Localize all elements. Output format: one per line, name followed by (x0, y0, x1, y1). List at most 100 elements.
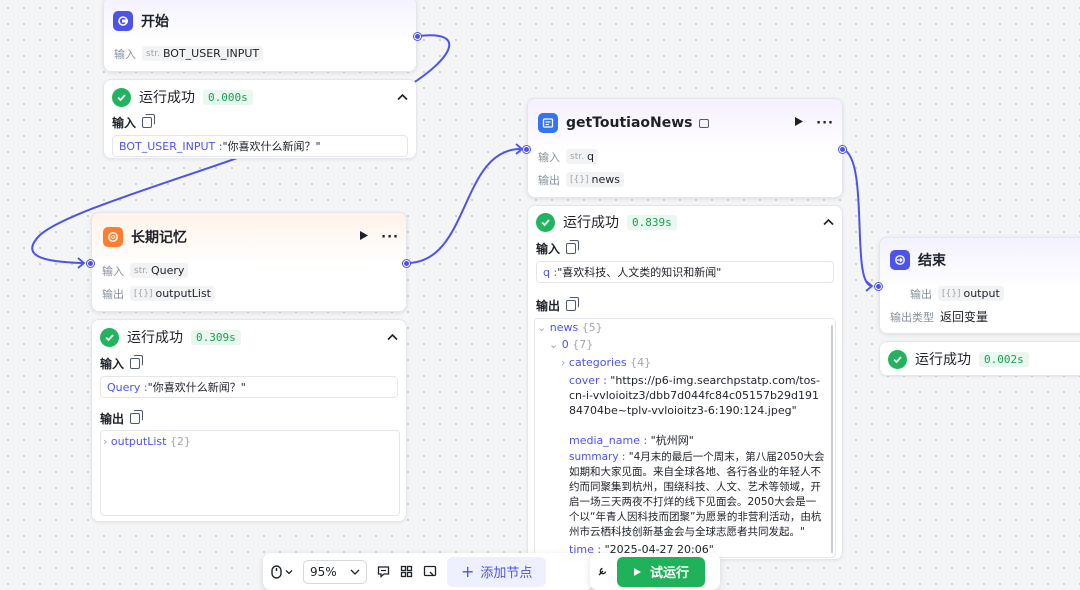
news-output-handle[interactable] (839, 146, 846, 153)
mouse-mode-button[interactable] (271, 564, 293, 579)
copy-icon[interactable] (142, 113, 156, 128)
success-check-icon (112, 87, 131, 107)
chevron-right-icon[interactable]: › (561, 356, 565, 369)
news-result-input-label: 输入 (528, 238, 842, 258)
play-icon[interactable] (794, 116, 804, 131)
tree-scrollbar[interactable] (831, 325, 833, 553)
memory-node[interactable]: 长期记忆 ··· 输入 str. Query 输出 [{}] outputLis… (87, 212, 410, 312)
start-icon (113, 11, 133, 31)
copy-icon[interactable] (130, 409, 144, 424)
more-icon[interactable]: ··· (381, 230, 399, 245)
kv-value: "你喜欢什么新闻？" (147, 381, 246, 394)
memory-input-type: str. (134, 265, 148, 276)
edge-memory-to-news (406, 148, 521, 264)
comment-button[interactable] (377, 565, 390, 578)
news-result-panel: 运行成功 0.839s 输入 q : "喜欢科技、人文类的知识和新闻" 输出 ⌄… (527, 205, 843, 560)
memory-result-input-label: 输入 (92, 353, 406, 373)
debug-button[interactable] (596, 565, 609, 578)
success-check-icon (100, 327, 119, 347)
memory-input-handle[interactable] (87, 260, 94, 267)
end-output-type: [{}] (942, 288, 961, 299)
start-result-input-value: BOT_USER_INPUT : "你喜欢什么新闻？" (112, 135, 408, 157)
end-input-handle[interactable] (875, 283, 882, 290)
memory-result-input-value: Query : "你喜欢什么新闻？" (100, 376, 398, 398)
tree-value: "https://p6-img.searchpstatp.com/tos-cn-… (569, 374, 821, 417)
news-input-tag: str. q (566, 149, 598, 164)
tree-count: {4} (630, 356, 652, 369)
test-run-button[interactable]: 试运行 (617, 556, 705, 587)
end-output-tag: [{}] output (938, 286, 1004, 301)
zoom-value: 95% (310, 564, 337, 579)
chevron-down-icon[interactable]: ⌄ (549, 338, 558, 351)
memory-output-name: outputList (155, 287, 211, 300)
tree-key: categories (568, 356, 627, 369)
news-node-title: getToutiaoNews (566, 115, 693, 131)
memory-output-handle[interactable] (403, 260, 410, 267)
kv-value: "你喜欢什么新闻？" (222, 140, 321, 153)
start-result-panel: 运行成功 0.000s 输入 BOT_USER_INPUT : "你喜欢什么新闻… (103, 79, 417, 159)
copy-icon[interactable] (566, 239, 580, 254)
news-output-type: [{}] (570, 174, 589, 185)
collapse-chevron-icon[interactable] (387, 331, 398, 344)
memory-output-type: [{}] (134, 288, 153, 299)
edge-start-to-memory-arrow (77, 257, 86, 269)
chevron-down-icon[interactable]: ⌄ (537, 321, 546, 334)
plus-icon: + (461, 561, 475, 581)
edge-news-to-end-arrow (865, 280, 874, 292)
chevron-down-icon (350, 569, 360, 575)
news-result-output-label: 输出 (528, 295, 842, 315)
copy-icon[interactable] (566, 296, 580, 311)
minimap-icon (423, 565, 437, 577)
mouse-icon (271, 564, 282, 579)
tree-count: {7} (572, 338, 594, 351)
start-output-handle[interactable] (414, 33, 421, 40)
edge-news-to-end (842, 148, 873, 287)
minimap-button[interactable] (423, 565, 437, 578)
end-output-kind-key: 输出类型 (890, 310, 934, 324)
news-input-handle[interactable] (523, 146, 530, 153)
collapse-chevron-icon[interactable] (397, 91, 408, 104)
copy-icon[interactable] (130, 354, 144, 369)
start-node[interactable]: 开始 输入 str. BOT_USER_INPUT (103, 0, 421, 72)
start-input-tag: str. BOT_USER_INPUT (142, 46, 264, 61)
end-node[interactable]: 结束 输出 [{}] output 输出类型 返回变量 (875, 237, 1080, 334)
tree-row-news[interactable]: ⌄ news {5} (537, 321, 603, 334)
tree-key: cover : (569, 374, 607, 387)
play-icon (633, 567, 641, 576)
play-icon[interactable] (359, 230, 369, 245)
end-icon (890, 250, 910, 270)
tree-count: {5} (581, 321, 603, 334)
tree-row-summary: summary : "4月末的最后一个周末，第八届2050大会如期和大家见面。来… (569, 450, 825, 540)
start-input-type: str. (146, 48, 160, 59)
news-result-input-value: q : "喜欢科技、人文类的知识和新闻" (536, 261, 834, 283)
tree-count: {2} (169, 435, 191, 448)
tree-key: news (549, 321, 579, 334)
news-result-output-tree[interactable]: ⌄ news {5} ⌄ 0 {7} › categories {4} cove… (534, 318, 836, 558)
tree-row-item0[interactable]: ⌄ 0 {7} (549, 338, 593, 351)
end-output-name: output (963, 287, 1000, 300)
news-output-key: 输出 (538, 173, 560, 187)
start-result-time: 0.000s (203, 89, 253, 105)
chevron-right-icon[interactable]: › (103, 435, 107, 448)
add-node-button[interactable]: + 添加节点 (447, 556, 547, 587)
memory-node-title: 长期记忆 (131, 230, 187, 246)
more-icon[interactable]: ··· (816, 116, 834, 131)
zoom-select[interactable]: 95% (303, 559, 367, 584)
collapse-chevron-icon[interactable] (823, 216, 834, 229)
tree-row-outputlist[interactable]: › outputList {2} (103, 435, 191, 448)
memory-result-status: 运行成功 (127, 330, 183, 346)
memory-input-name: Query (150, 264, 185, 277)
start-input-name: BOT_USER_INPUT (162, 47, 260, 60)
plugin-badge-icon (698, 118, 709, 128)
end-output-kind-value: 返回变量 (940, 310, 989, 324)
tree-row-categories[interactable]: › categories {4} (561, 356, 651, 369)
workflow-canvas[interactable]: 开始 输入 str. BOT_USER_INPUT 运行成功 0.000s 输入… (0, 0, 1080, 590)
news-node[interactable]: getToutiaoNews ··· 输入 str. q 输出 [{}] new… (523, 98, 846, 198)
tree-key: media_name : (569, 434, 648, 447)
start-result-status: 运行成功 (139, 90, 195, 106)
tree-key: 0 (561, 338, 569, 351)
layout-button[interactable] (400, 565, 413, 578)
comment-icon (377, 566, 390, 578)
news-result-status: 运行成功 (563, 215, 619, 231)
add-node-label: 添加节点 (480, 566, 533, 581)
